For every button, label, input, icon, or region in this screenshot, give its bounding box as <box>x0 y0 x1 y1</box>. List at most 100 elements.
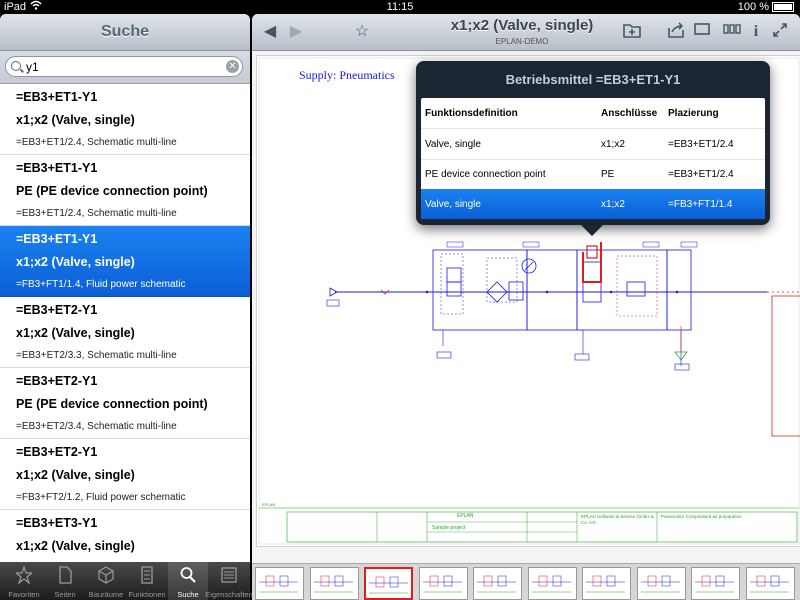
row-placement: =EB3+ET1/2.4 <box>668 139 734 150</box>
share-icon[interactable] <box>666 22 686 42</box>
popover-row[interactable]: Valve, single x1;x2 =EB3+ET1/2.4 <box>421 129 765 160</box>
search-result-item[interactable]: =EB3+ET1-Y1 x1;x2 (Valve, single) =FB3+FT1… <box>0 226 250 297</box>
result-function-name: x1;x2 (Valve, single) <box>16 113 135 127</box>
tab-search[interactable]: Suche <box>168 562 208 600</box>
result-location: =EB3+ET2/3.3, Schematic multi-line <box>16 350 177 361</box>
result-function-name: x1;x2 (Valve, single) <box>16 326 135 340</box>
device-popover: Betriebsmittel =EB3+ET1-Y1 Funktionsdefi… <box>416 61 770 225</box>
page-thumbnail[interactable] <box>582 567 631 600</box>
add-folder-icon[interactable] <box>622 22 642 42</box>
search-input[interactable] <box>26 59 216 74</box>
search-result-item[interactable]: =EB3+ET1-Y1 PE (PE device connection poin… <box>0 155 250 226</box>
fit-page-icon[interactable] <box>692 22 712 42</box>
titleblock-project: Sample project <box>432 525 466 531</box>
tab-properties[interactable]: Eigenschaften <box>205 562 253 600</box>
page-thumbnail[interactable] <box>636 567 686 600</box>
page-thumbnail[interactable] <box>473 567 522 600</box>
battery-percent: 100 % <box>737 1 769 13</box>
result-function-name: x1;x2 (Valve, single) <box>16 255 135 269</box>
result-device-tag: =EB3+ET2-Y1 <box>16 303 98 317</box>
search-icon <box>180 566 196 584</box>
search-panel-title: Suche <box>0 14 250 51</box>
page-thumbnail[interactable] <box>309 567 359 600</box>
cube-icon <box>98 566 114 584</box>
result-location: =EB3+ET1/2.4, Schematic multi-line <box>16 137 177 148</box>
result-location: =FB3+FT1/1.4, Fluid power schematic <box>16 279 186 290</box>
row-definition: PE device connection point <box>425 169 546 180</box>
search-result-item[interactable]: =EB3+ET2-Y1 x1;x2 (Valve, single) =EB3+ET2… <box>0 297 250 368</box>
battery-indicator: 100 % <box>738 0 794 14</box>
tab-function[interactable]: Funktionen <box>127 562 167 600</box>
clock: 11:15 <box>386 1 414 13</box>
popover-table-header: Funktionsdefinition Anschlüsse Plazierun… <box>421 98 765 129</box>
search-result-item[interactable]: =EB3+ET3-Y1 x1;x2 (Valve, single) <box>0 510 250 562</box>
popover-title: Betriebsmittel =EB3+ET1-Y1 <box>505 72 681 87</box>
page-thumbnail[interactable] <box>418 567 468 600</box>
search-bar: ✕ <box>0 51 250 84</box>
row-placement: =FB3+FT1/1.4 <box>668 199 733 210</box>
search-panel: Suche ✕ =EB3+ET1-Y1 x1;x2 (Valve, single)… <box>0 14 250 562</box>
search-result-item[interactable]: =EB3+ET1-Y1 x1;x2 (Valve, single) =EB3+ET1… <box>0 84 250 155</box>
battery-icon <box>772 2 794 13</box>
popover-arrow <box>581 225 603 236</box>
row-definition: Valve, single <box>425 139 481 150</box>
popover-row[interactable]: Valve, single x1;x2 =FB3+FT1/1.4 <box>421 189 765 219</box>
result-location: =EB3+ET2/3.4, Schematic multi-line <box>16 421 177 432</box>
page-thumbnail[interactable] <box>527 567 577 600</box>
document-toolbar: ◀ ▶ ☆ x1;x2 (Valve, single) EPLAN-DEMO i <box>252 14 800 51</box>
tab-cube[interactable]: Bauräume <box>86 562 126 600</box>
page-thumbnail[interactable] <box>255 567 304 600</box>
row-placement: =EB3+ET1/2.4 <box>668 169 734 180</box>
page-thumbnail[interactable] <box>364 567 413 600</box>
search-result-item[interactable]: =EB3+ET2-Y1 PE (PE device connection poin… <box>0 368 250 439</box>
result-function-name: x1;x2 (Valve, single) <box>16 539 135 553</box>
page-thumbnail[interactable] <box>691 567 740 600</box>
popover-table: Funktionsdefinition Anschlüsse Plazierun… <box>421 98 765 219</box>
row-connections: PE <box>601 169 615 180</box>
status-bar: iPad 11:15 100 % <box>0 0 800 14</box>
page-icon <box>57 566 73 584</box>
result-device-tag: =EB3+ET1-Y1 <box>16 232 98 246</box>
forward-arrow-icon[interactable]: ▶ <box>286 22 306 42</box>
search-results-list: =EB3+ET1-Y1 x1;x2 (Valve, single) =EB3+ET1… <box>0 84 250 562</box>
titleblock-brand-small: EPLAN <box>262 502 276 507</box>
tab-bar: Favoriten Seiten Bauräume Funktionen Suche Ei… <box>0 562 253 600</box>
titleblock-description: Pneumatics Compressed air preparation <box>661 514 742 519</box>
column-header-placement: Plazierung <box>668 108 719 119</box>
function-icon <box>139 566 155 584</box>
result-device-tag: =EB3+ET3-Y1 <box>16 516 98 530</box>
page-thumbnail[interactable] <box>745 567 795 600</box>
result-location: =FB3+FT2/1.2, Fluid power schematic <box>16 492 186 503</box>
clear-search-icon[interactable]: ✕ <box>226 60 239 73</box>
column-header-connections: Anschlüsse <box>601 108 658 119</box>
tab-label: Eigenschaften <box>205 590 253 599</box>
magnifier-icon <box>11 61 21 71</box>
result-device-tag: =EB3+ET1-Y1 <box>16 161 98 175</box>
tab-page[interactable]: Seiten <box>45 562 85 600</box>
search-result-item[interactable]: =EB3+ET2-Y1 x1;x2 (Valve, single) =FB3+FT2… <box>0 439 250 510</box>
result-device-tag: =EB3+ET1-Y1 <box>16 90 98 104</box>
column-header-definition: Funktionsdefinition <box>425 108 518 119</box>
result-device-tag: =EB3+ET2-Y1 <box>16 374 98 388</box>
result-function-name: PE (PE device connection point) <box>16 397 208 411</box>
row-connections: x1;x2 <box>601 139 625 150</box>
star-icon <box>14 565 34 585</box>
fullscreen-icon[interactable] <box>770 22 790 42</box>
titleblock-brand: EPLAN <box>457 513 474 519</box>
result-device-tag: =EB3+ET2-Y1 <box>16 445 98 459</box>
tab-star[interactable]: Favoriten <box>4 562 44 600</box>
result-location: =EB3+ET1/2.4, Schematic multi-line <box>16 208 177 219</box>
info-icon[interactable]: i <box>746 22 766 42</box>
titleblock-company: EPLAN Software & Service GmbH & Co. KG <box>581 514 654 525</box>
thumbnails-icon[interactable] <box>722 22 742 42</box>
popover-row[interactable]: PE device connection point PE =EB3+ET1/2.4 <box>421 159 765 190</box>
back-arrow-icon[interactable]: ◀ <box>260 22 280 42</box>
result-function-name: PE (PE device connection point) <box>16 184 208 198</box>
favorite-star-icon[interactable]: ☆ <box>352 22 372 42</box>
result-function-name: x1;x2 (Valve, single) <box>16 468 135 482</box>
properties-icon <box>221 566 237 584</box>
row-connections: x1;x2 <box>601 199 625 210</box>
search-box[interactable]: ✕ <box>5 56 243 77</box>
row-definition: Valve, single <box>425 199 481 210</box>
page-thumbnail-strip <box>252 563 800 600</box>
